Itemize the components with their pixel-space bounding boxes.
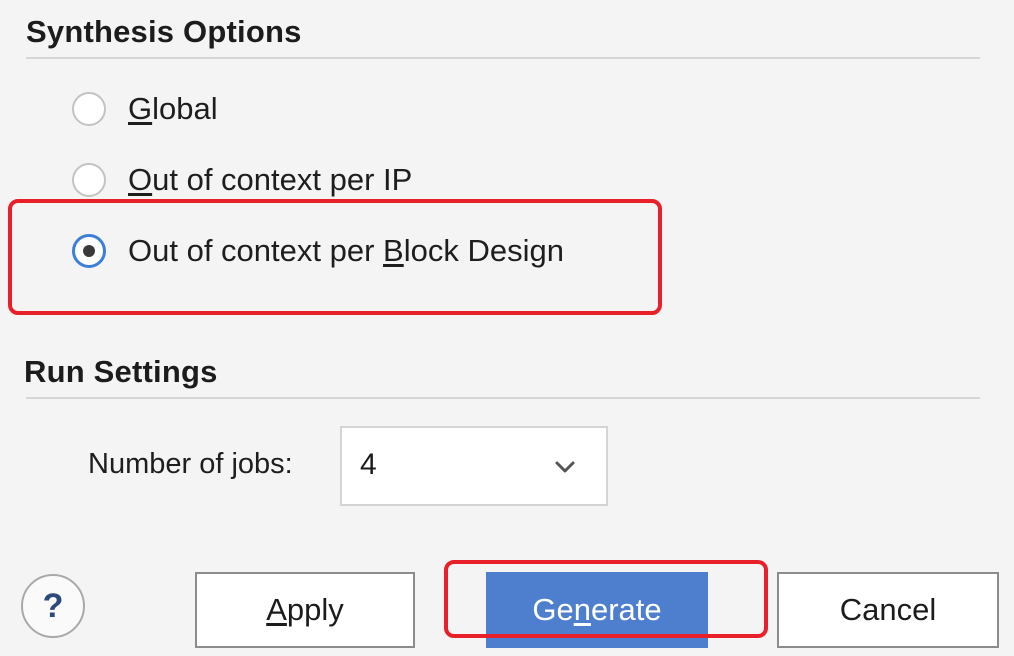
help-button[interactable]: ? — [21, 574, 85, 638]
global-label: Global — [128, 91, 218, 126]
jobs-value: 4 — [360, 448, 377, 481]
synthesis-options-title: Synthesis Options — [26, 14, 302, 49]
generate-button[interactable]: Ge n erate — [486, 572, 708, 648]
ooc-per-ip-label: Out of context per IP — [128, 162, 413, 197]
apply-button[interactable]: Apply — [195, 572, 415, 648]
number-of-jobs-select[interactable]: 4 — [340, 426, 608, 506]
number-of-jobs-label: Number of jobs: — [88, 448, 293, 480]
radio-option-ooc-per-ip[interactable]: Out of context per IP — [72, 160, 412, 200]
help-icon: ? — [42, 586, 64, 625]
ooc-per-block-design-label: Out of context per Block Design — [128, 233, 564, 268]
radio-option-global[interactable]: Global — [72, 89, 218, 129]
synthesis-divider — [26, 57, 980, 59]
chevron-down-icon[interactable] — [554, 456, 576, 478]
global-radio[interactable] — [72, 92, 106, 126]
cancel-button[interactable]: Cancel — [777, 572, 999, 648]
run-settings-divider — [26, 397, 980, 399]
ooc-per-ip-radio[interactable] — [72, 163, 106, 197]
run-settings-title: Run Settings — [24, 354, 218, 389]
ooc-per-block-design-radio[interactable] — [72, 234, 106, 268]
radio-option-ooc-per-block-design[interactable]: Out of context per Block Design — [72, 231, 564, 271]
